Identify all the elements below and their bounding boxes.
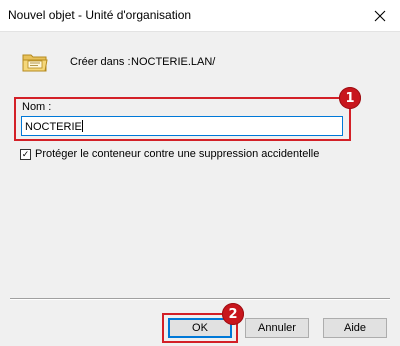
annotation-badge-1: 1 [339, 87, 361, 109]
ok-button[interactable]: OK [168, 318, 232, 338]
help-button[interactable]: Aide [323, 318, 387, 338]
ou-folder-icon [22, 54, 48, 72]
name-input[interactable]: NOCTERIE [21, 116, 343, 136]
protect-checkbox[interactable]: ✓ [20, 148, 31, 160]
window-title: Nouvel objet - Unité d'organisation [8, 8, 192, 22]
help-button-label: Aide [343, 322, 367, 334]
name-value: NOCTERIE [25, 121, 82, 133]
name-label: Nom : [22, 101, 52, 113]
create-in-path: NOCTERIE.LAN/ [131, 56, 216, 68]
close-icon [374, 10, 386, 21]
create-in-label: Créer dans : [70, 56, 131, 68]
cancel-button-label: Annuler [258, 322, 296, 334]
close-button[interactable] [360, 0, 400, 31]
title-bar: Nouvel objet - Unité d'organisation [0, 0, 400, 32]
protect-label: Protéger le conteneur contre une suppres… [35, 148, 320, 160]
ok-button-label: OK [192, 322, 208, 334]
annotation-badge-2: 2 [222, 303, 244, 325]
cancel-button[interactable]: Annuler [245, 318, 309, 338]
divider [10, 298, 390, 300]
checkmark-icon: ✓ [21, 148, 30, 159]
text-caret [81, 120, 83, 132]
protect-option[interactable]: ✓ Protéger le conteneur contre une suppr… [20, 148, 319, 160]
